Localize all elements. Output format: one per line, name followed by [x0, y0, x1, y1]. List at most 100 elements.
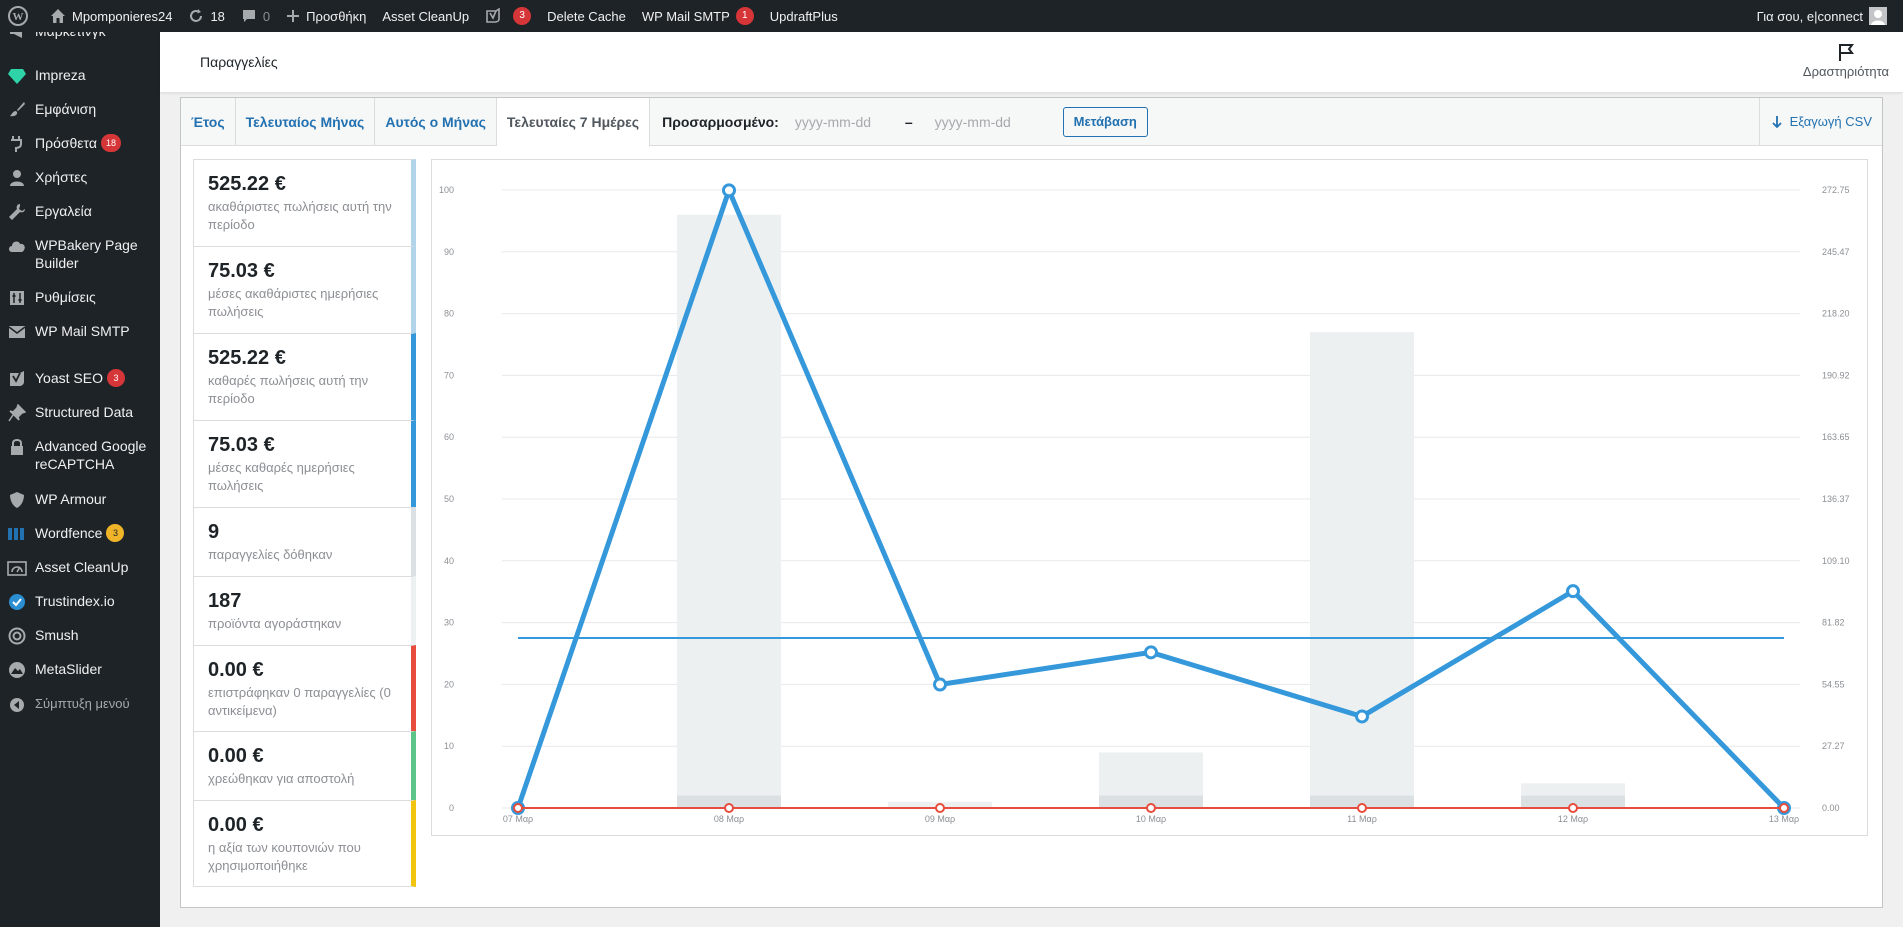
- y-tick-label-right: 190.92: [1822, 370, 1850, 380]
- y-tick-label-right: 109.10: [1822, 556, 1850, 566]
- legend-amount: 525.22 €: [208, 173, 286, 195]
- sidebar-item-users[interactable]: Χρήστες: [0, 168, 160, 188]
- legend-description: ακαθάριστες πωλήσεις αυτή την περίοδο: [208, 199, 392, 232]
- legend-amount: 0.00 €: [208, 745, 264, 767]
- legend-amount: 525.22 €: [208, 347, 286, 369]
- legend-item[interactable]: 9 παραγγελίες δόθηκαν: [193, 507, 416, 577]
- tab-last-7-days[interactable]: Τελευταίες 7 Ημέρες: [496, 98, 651, 147]
- legend-item[interactable]: 75.03 € μέσες ακαθάριστες ημερήσιες πωλήσ…: [193, 246, 416, 334]
- y-tick-label-left: 60: [444, 432, 454, 442]
- wp-mail-smtp-link[interactable]: WP Mail SMTP 1: [634, 0, 762, 32]
- y-tick-label-left: 30: [444, 618, 454, 628]
- mountain-icon: [7, 660, 27, 680]
- y-tick-label-left: 100: [439, 185, 454, 195]
- x-tick-label: 09 Μαρ: [925, 814, 955, 824]
- export-csv-link[interactable]: Εξαγωγή CSV: [1758, 98, 1882, 145]
- sidebar-item-appearance[interactable]: Εμφάνιση: [0, 100, 160, 120]
- wordpress-logo-icon[interactable]: W: [0, 0, 42, 32]
- sidebar-item-metaslider[interactable]: MetaSlider: [0, 660, 160, 680]
- sales-report: Έτος Τελευταίος Μήνας Αυτός ο Μήνας Τελε…: [180, 97, 1883, 908]
- sidebar-item-trustindex[interactable]: Trustindex.io: [0, 592, 160, 612]
- sidebar-item-recaptcha[interactable]: Advanced Google reCAPTCHA: [0, 437, 160, 473]
- sidebar-item-wp-armour[interactable]: WP Armour: [0, 490, 160, 510]
- updates-link[interactable]: 18: [180, 0, 232, 32]
- my-account-link[interactable]: Για σου, e|connect: [1749, 0, 1895, 32]
- tab-this-month[interactable]: Αυτός ο Μήνας: [375, 98, 497, 145]
- collapse-menu-button[interactable]: Σύμπτυξη μενού: [0, 695, 160, 715]
- comments-link[interactable]: 0: [233, 0, 278, 32]
- legend-item[interactable]: 525.22 € ακαθάριστες πωλήσεις αυτή την πε…: [193, 159, 416, 247]
- y-tick-label-right: 81.82: [1822, 618, 1845, 628]
- end-date-input[interactable]: yyyy-mm-dd: [929, 114, 1039, 130]
- sidebar-item-wp-mail-smtp[interactable]: WP Mail SMTP: [0, 322, 160, 342]
- sidebar-item-label: WPBakery Page Builder: [35, 237, 138, 271]
- legend-description: καθαρές πωλήσεις αυτή την περίοδο: [208, 373, 369, 406]
- new-content-link[interactable]: Προσθήκη: [278, 0, 374, 32]
- sidebar-item-wordfence[interactable]: Wordfence 3: [0, 524, 160, 544]
- chart-point: [513, 803, 523, 813]
- sidebar-item-yoast-seo[interactable]: Yoast SEO 3: [0, 369, 160, 389]
- sidebar-item-settings[interactable]: Ρυθμίσεις: [0, 288, 160, 308]
- asset-cleanup-link[interactable]: Asset CleanUp: [374, 0, 477, 32]
- legend-item[interactable]: 525.22 € καθαρές πωλήσεις αυτή την περίοδ…: [193, 333, 416, 421]
- x-tick-label: 11 Μαρ: [1347, 814, 1377, 824]
- y-tick-label-right: 163.65: [1822, 432, 1850, 442]
- delete-cache-link[interactable]: Delete Cache: [539, 0, 634, 32]
- chart-point: [1355, 709, 1369, 724]
- tab-year[interactable]: Έτος: [181, 98, 236, 145]
- marketing-icon: [7, 32, 27, 42]
- y-tick-label-left: 10: [444, 741, 454, 751]
- flag-icon: [1839, 44, 1854, 61]
- admin-sidebar: Μάρκετινγκ Impreza Εμφάνιση Πρόσθετα18 Χ…: [0, 32, 160, 927]
- sidebar-item-label: Εργαλεία: [35, 203, 92, 219]
- y-tick-label-left: 50: [444, 494, 454, 504]
- legend-item[interactable]: 75.03 € μέσες καθαρές ημερήσιες πωλήσεις: [193, 420, 416, 508]
- chart-point: [935, 803, 945, 813]
- cloud-icon: [7, 236, 27, 256]
- go-button[interactable]: Μετάβαση: [1062, 106, 1148, 137]
- sidebar-item-label: Εμφάνιση: [35, 101, 97, 117]
- download-icon: [1771, 115, 1782, 128]
- sidebar-item-marketing[interactable]: Μάρκετινγκ: [0, 32, 160, 42]
- sidebar-item-label: Trustindex.io: [35, 593, 115, 609]
- y-tick-label-left: 40: [444, 556, 454, 566]
- chart-point: [1144, 645, 1158, 660]
- svg-text:W: W: [13, 11, 24, 23]
- y-tick-label-right: 54.55: [1822, 679, 1845, 689]
- legend-item[interactable]: 187 προϊόντα αγοράστηκαν: [193, 576, 416, 646]
- sidebar-item-wpbakery[interactable]: WPBakery Page Builder: [0, 236, 160, 272]
- y-tick-label-right: 136.37: [1822, 494, 1850, 504]
- sidebar-item-smush[interactable]: Smush: [0, 626, 160, 646]
- legend-description: η αξία των κουπονιών που χρησιμοποιήθηκε: [208, 840, 361, 873]
- sidebar-item-impreza[interactable]: Impreza: [0, 66, 160, 86]
- date-range-tabs: Έτος Τελευταίος Μήνας Αυτός ο Μήνας Τελε…: [181, 98, 1882, 147]
- sidebar-item-structured-data[interactable]: Structured Data: [0, 403, 160, 423]
- x-tick-label: 13 Μαρ: [1769, 814, 1799, 824]
- sidebar-item-plugins[interactable]: Πρόσθετα 18: [0, 134, 160, 154]
- y-tick-label-right: 218.20: [1822, 309, 1850, 319]
- avatar-icon: [1869, 7, 1887, 25]
- legend-item[interactable]: 0.00 € η αξία των κουπονιών που χρησιμοπο…: [193, 800, 416, 887]
- start-date-input[interactable]: yyyy-mm-dd: [789, 114, 899, 130]
- x-tick-label: 10 Μαρ: [1136, 814, 1166, 824]
- legend-description: παραγγελίες δόθηκαν: [208, 547, 333, 562]
- legend-amount: 187: [208, 590, 242, 612]
- updraftplus-link[interactable]: UpdraftPlus: [762, 0, 846, 32]
- legend-item[interactable]: 0.00 € επιστράφηκαν 0 παραγγελίες (0 αντι…: [193, 645, 416, 732]
- sidebar-item-asset-cleanup[interactable]: Asset CleanUp: [0, 558, 160, 578]
- yoast-link[interactable]: 3: [477, 0, 539, 32]
- lock-icon: [7, 437, 27, 457]
- sidebar-item-tools[interactable]: Εργαλεία: [0, 202, 160, 222]
- yoast-icon: [7, 369, 27, 389]
- activity-button[interactable]: Δραστηριότητα: [1801, 42, 1891, 79]
- updraftplus-label: UpdraftPlus: [769, 8, 838, 24]
- chart-point: [722, 183, 736, 198]
- collapse-icon: [7, 695, 27, 715]
- main-chart: 0 10 20 30 40 50 60 70 80 90 100 0.00 27.27 54.55 81.8…: [431, 159, 1868, 836]
- gauge-icon: [7, 558, 27, 578]
- x-tick-label: 08 Μαρ: [714, 814, 744, 824]
- site-name-link[interactable]: Mpomponieres24: [42, 0, 180, 32]
- settings-icon: [7, 288, 27, 308]
- tab-last-month[interactable]: Τελευταίος Μήνας: [236, 98, 376, 145]
- legend-item[interactable]: 0.00 € χρεώθηκαν για αποστολή: [193, 731, 416, 801]
